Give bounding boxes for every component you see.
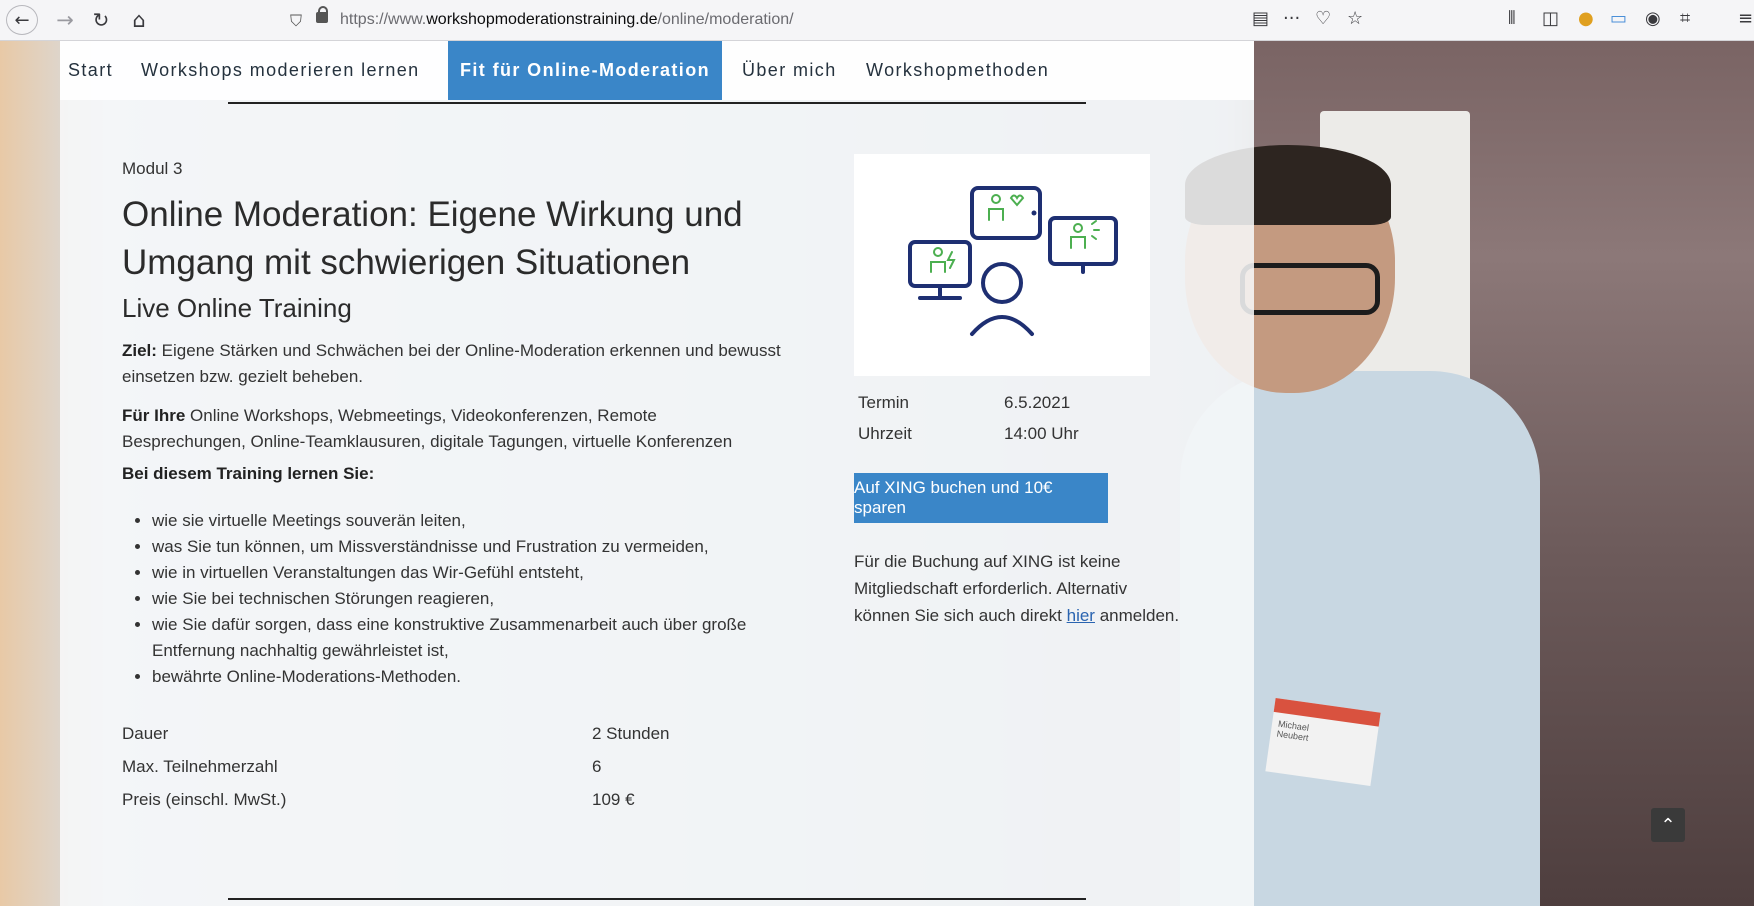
nav-item-online-moderation[interactable]: Fit für Online-Moderation xyxy=(448,41,722,100)
divider-bottom xyxy=(228,898,1086,900)
list-item: bewährte Online-Moderations-Methoden. xyxy=(152,664,812,690)
booking-note-suffix: anmelden. xyxy=(1094,606,1180,625)
back-arrow-icon[interactable]: ← xyxy=(6,5,38,35)
browser-toolbar: ← → ↻ ⌂ ⛉ https://www.workshopmoderation… xyxy=(0,0,1754,41)
forward-arrow-icon[interactable]: → xyxy=(52,5,78,35)
menu-icon[interactable]: ≡ xyxy=(1738,8,1753,29)
more-icon[interactable]: ··· xyxy=(1283,8,1300,29)
account-icon[interactable]: ◉ xyxy=(1645,8,1661,29)
divider-top xyxy=(228,102,1086,104)
date-label: Termin xyxy=(858,393,910,412)
online-meeting-icon xyxy=(908,186,1118,336)
time-value: 14:00 Uhr xyxy=(1004,424,1079,443)
online-meeting-illustration xyxy=(854,154,1150,376)
nav-item-workshopmethoden[interactable]: Workshopmethoden xyxy=(866,41,1049,100)
audience-text: Online Workshops, Webmeetings, Videokonf… xyxy=(122,406,733,451)
list-item: wie in virtuellen Veranstaltungen das Wi… xyxy=(152,560,812,586)
goal-text: Eigene Stärken und Schwächen bei der Onl… xyxy=(122,341,781,386)
list-item: was Sie tun können, um Missverständnisse… xyxy=(152,534,812,560)
goal-paragraph: Ziel: Eigene Stärken und Schwächen bei d… xyxy=(122,338,782,390)
goal-label: Ziel: xyxy=(122,341,157,360)
nav-item-start[interactable]: Start xyxy=(68,41,113,100)
grid-icon[interactable]: ⌗ xyxy=(1680,8,1690,29)
course-subtitle: Live Online Training xyxy=(122,293,352,323)
fact-value: 6 xyxy=(592,757,602,776)
module-label: Modul 3 xyxy=(122,159,183,178)
booking-note: Für die Buchung auf XING ist keine Mitgl… xyxy=(854,548,1184,629)
list-item: wie Sie bei technischen Störungen reagie… xyxy=(152,586,812,612)
audience-paragraph: Für Ihre Online Workshops, Webmeetings, … xyxy=(122,403,782,455)
list-item: wie sie virtuelle Meetings souverän leit… xyxy=(152,508,812,534)
library-icon[interactable]: ⫴ xyxy=(1508,8,1516,29)
pocket-icon[interactable]: ♡ xyxy=(1315,8,1331,29)
fact-label: Dauer xyxy=(122,724,169,743)
fact-value: 109 € xyxy=(592,790,635,809)
web-page: Michael Neubert Start Workshops moderier… xyxy=(0,41,1754,906)
learn-heading: Bei diesem Training lernen Sie: xyxy=(122,461,782,487)
tracking-shield-icon[interactable]: ⛉ xyxy=(290,11,302,31)
nav-item-workshops-moderieren[interactable]: Workshops moderieren lernen xyxy=(141,41,420,100)
fact-label: Preis (einschl. MwSt.) xyxy=(122,790,287,809)
reload-icon[interactable]: ↻ xyxy=(88,5,114,35)
screenshot-icon[interactable]: ▭ xyxy=(1610,8,1627,29)
benefits-list: wie sie virtuelle Meetings souverän leit… xyxy=(122,508,812,690)
chevron-up-icon: ⌃ xyxy=(1660,814,1676,836)
reader-view-icon[interactable]: ▤ xyxy=(1252,8,1269,29)
nav-item-ueber-mich[interactable]: Über mich xyxy=(742,41,837,100)
date-row: Termin 6.5.2021 xyxy=(858,393,1070,413)
date-value: 6.5.2021 xyxy=(1004,393,1071,412)
list-item: wie Sie dafür sorgen, dass eine konstruk… xyxy=(152,612,812,664)
sidebar-icon[interactable]: ◫ xyxy=(1542,8,1559,29)
time-label: Uhrzeit xyxy=(858,424,912,443)
book-on-xing-button[interactable]: Auf XING buchen und 10€ sparen xyxy=(854,473,1108,523)
name-tag: Michael Neubert xyxy=(1265,697,1381,787)
course-title: Online Moderation: Eigene Wirkung und Um… xyxy=(122,195,743,282)
learn-heading-text: Bei diesem Training lernen Sie: xyxy=(122,464,375,483)
fact-value: 2 Stunden xyxy=(592,724,670,743)
scroll-to-top-button[interactable]: ⌃ xyxy=(1651,808,1685,842)
home-icon[interactable]: ⌂ xyxy=(126,5,152,35)
content-panel: Start Workshops moderieren lernen Fit fü… xyxy=(60,41,1254,906)
address-bar[interactable]: ⛉ https://www.workshopmoderationstrainin… xyxy=(272,6,1382,34)
main-navigation: Start Workshops moderieren lernen Fit fü… xyxy=(60,41,1254,100)
time-row: Uhrzeit 14:00 Uhr xyxy=(858,424,1079,444)
audience-label: Für Ihre xyxy=(122,406,186,425)
person-glasses xyxy=(1240,263,1380,315)
register-here-link[interactable]: hier xyxy=(1067,606,1095,625)
fact-label: Max. Teilnehmerzahl xyxy=(122,757,278,776)
extension-icon[interactable]: ● xyxy=(1578,8,1594,29)
url-text[interactable]: https://www.workshopmoderationstraining.… xyxy=(340,11,794,29)
lock-icon[interactable] xyxy=(316,6,328,23)
star-icon[interactable]: ☆ xyxy=(1347,8,1363,29)
